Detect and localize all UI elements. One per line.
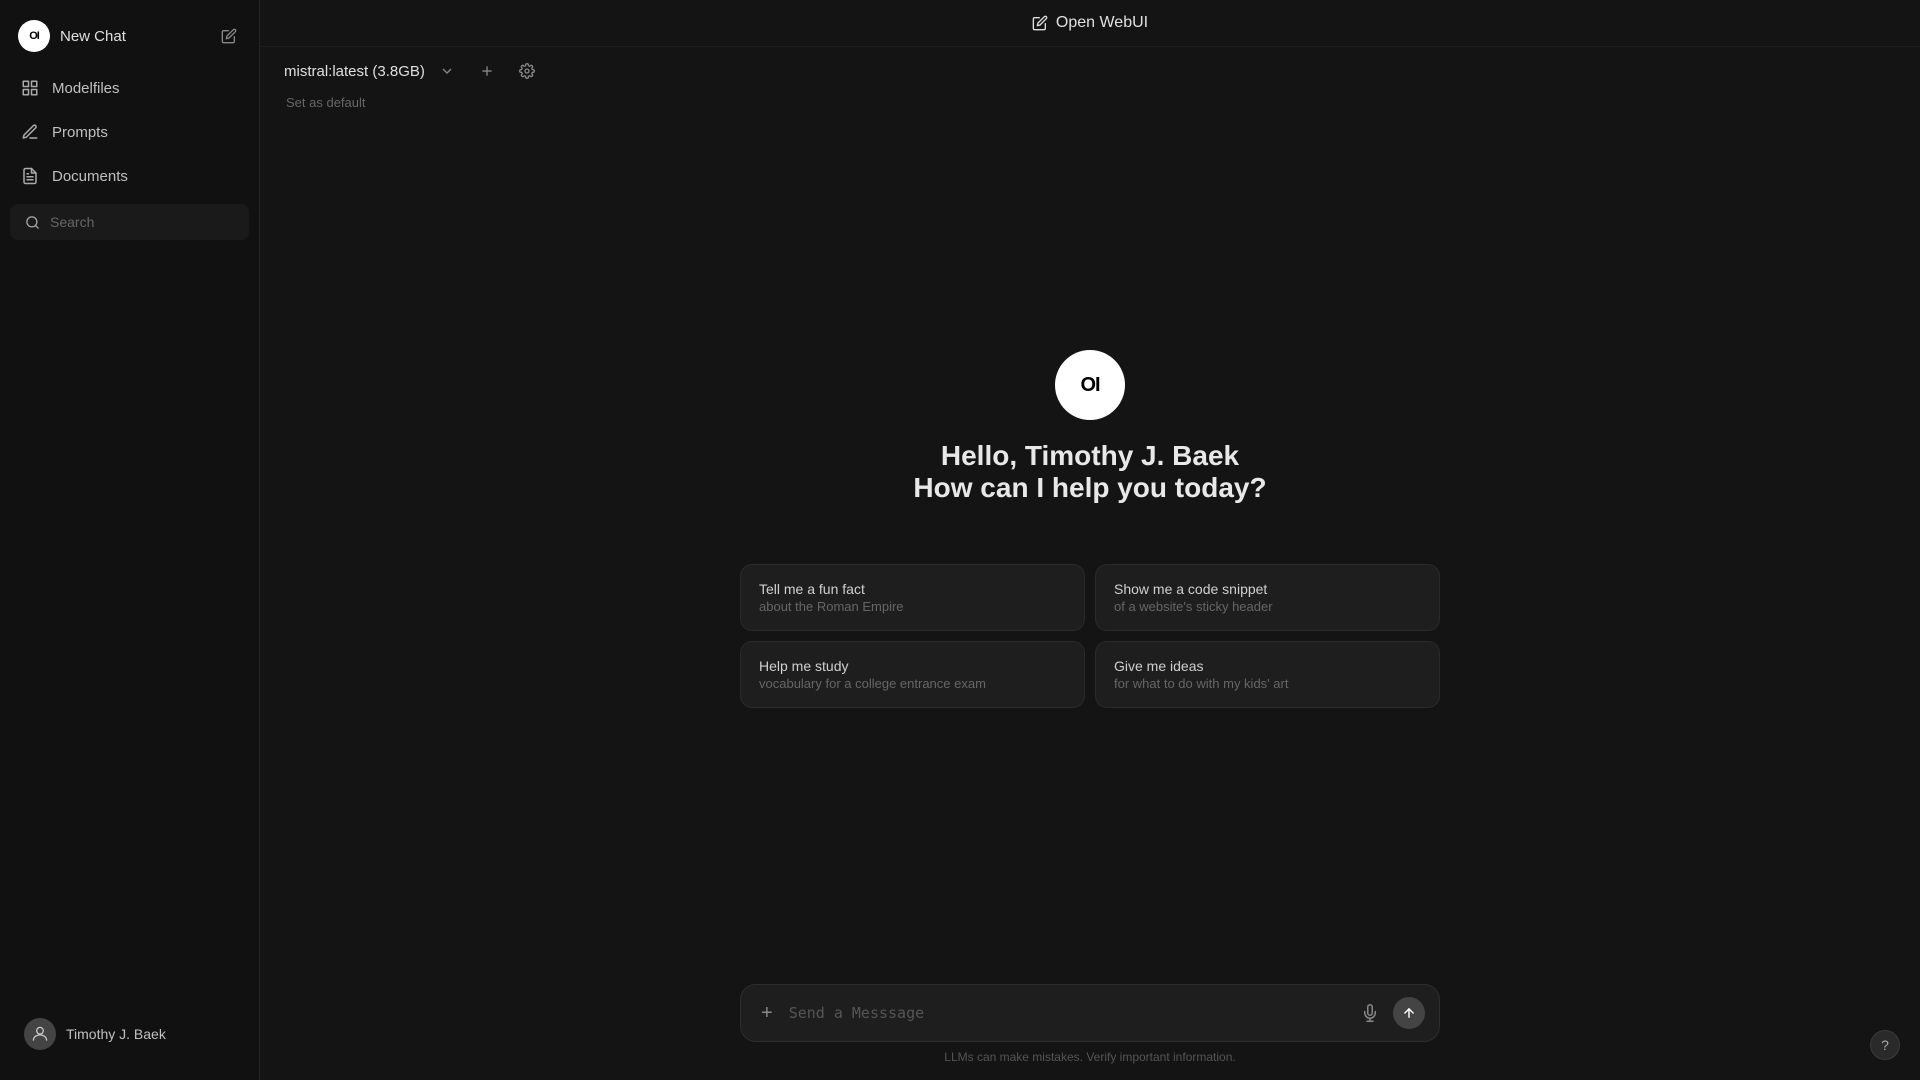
- app-name: Open WebUI: [1056, 14, 1148, 32]
- sidebar-item-label-prompts: Prompts: [52, 124, 108, 141]
- sidebar-bottom: Timothy J. Baek: [8, 1000, 251, 1068]
- topbar-title-area: Open WebUI: [1032, 14, 1148, 32]
- suggestions-grid: Tell me a fun fact about the Roman Empir…: [740, 564, 1440, 708]
- model-settings-button[interactable]: [513, 59, 541, 83]
- suggestion-title-1: Show me a code snippet: [1114, 581, 1421, 597]
- model-add-button[interactable]: [473, 59, 501, 83]
- sidebar-item-label-documents: Documents: [52, 168, 128, 185]
- model-bar: mistral:latest (3.8GB) Set as defa: [260, 47, 1920, 110]
- help-button[interactable]: ?: [1870, 1030, 1900, 1060]
- sidebar: OI New Chat Modelfiles Prompts: [0, 0, 260, 1080]
- model-selector[interactable]: mistral:latest (3.8GB): [284, 59, 461, 83]
- suggestion-card-0[interactable]: Tell me a fun fact about the Roman Empir…: [740, 564, 1085, 631]
- sidebar-item-label-modelfiles: Modelfiles: [52, 80, 120, 97]
- welcome-text: Hello, Timothy J. Baek How can I help yo…: [913, 440, 1266, 504]
- new-chat-button[interactable]: [217, 24, 241, 48]
- search-icon: [22, 212, 42, 232]
- suggestion-title-0: Tell me a fun fact: [759, 581, 1066, 597]
- suggestion-title-2: Help me study: [759, 658, 1066, 674]
- message-input-row: +: [740, 984, 1440, 1042]
- model-row: mistral:latest (3.8GB): [284, 59, 541, 83]
- suggestion-sub-1: of a website's sticky header: [1114, 599, 1421, 614]
- main-content: Open WebUI mistral:latest (3.8GB): [260, 0, 1920, 1080]
- suggestion-card-1[interactable]: Show me a code snippet of a website's st…: [1095, 564, 1440, 631]
- welcome-logo: OI: [1055, 350, 1125, 420]
- chat-area: OI Hello, Timothy J. Baek How can I help…: [260, 110, 1920, 968]
- app-logo: OI: [18, 20, 50, 52]
- suggestion-card-3[interactable]: Give me ideas for what to do with my kid…: [1095, 641, 1440, 708]
- suggestion-sub-0: about the Roman Empire: [759, 599, 1066, 614]
- sidebar-item-modelfiles[interactable]: Modelfiles: [8, 68, 251, 108]
- suggestion-card-2[interactable]: Help me study vocabulary for a college e…: [740, 641, 1085, 708]
- modelfiles-icon: [20, 78, 40, 98]
- avatar: [24, 1018, 56, 1050]
- model-name: mistral:latest (3.8GB): [284, 63, 425, 80]
- welcome-line1: Hello, Timothy J. Baek: [913, 440, 1266, 472]
- welcome-section: OI Hello, Timothy J. Baek How can I help…: [913, 350, 1266, 504]
- sidebar-item-documents[interactable]: Documents: [8, 156, 251, 196]
- sidebar-item-prompts[interactable]: Prompts: [8, 112, 251, 152]
- suggestion-title-3: Give me ideas: [1114, 658, 1421, 674]
- suggestion-sub-3: for what to do with my kids' art: [1114, 676, 1421, 691]
- send-button[interactable]: [1393, 997, 1425, 1029]
- sidebar-header: OI New Chat: [8, 12, 251, 60]
- disclaimer-text: LLMs can make mistakes. Verify important…: [944, 1050, 1235, 1064]
- new-chat-label: New Chat: [60, 28, 126, 45]
- search-area[interactable]: [10, 204, 249, 240]
- microphone-button[interactable]: [1357, 1000, 1383, 1026]
- topbar: Open WebUI: [260, 0, 1920, 47]
- documents-icon: [20, 166, 40, 186]
- user-profile[interactable]: Timothy J. Baek: [12, 1008, 247, 1060]
- topbar-edit-icon: [1032, 15, 1048, 31]
- input-section: + LLMs can make mistakes. Verify importa…: [260, 968, 1920, 1080]
- model-dropdown-button[interactable]: [433, 59, 461, 83]
- message-input[interactable]: [789, 1004, 1347, 1022]
- logo-area: OI New Chat: [18, 20, 126, 52]
- search-input[interactable]: [50, 214, 237, 230]
- suggestion-sub-2: vocabulary for a college entrance exam: [759, 676, 1066, 691]
- set-as-default[interactable]: Set as default: [284, 95, 366, 110]
- prompts-icon: [20, 122, 40, 142]
- add-attachment-button[interactable]: +: [755, 1000, 779, 1027]
- user-name: Timothy J. Baek: [66, 1026, 166, 1042]
- welcome-line2: How can I help you today?: [913, 472, 1266, 504]
